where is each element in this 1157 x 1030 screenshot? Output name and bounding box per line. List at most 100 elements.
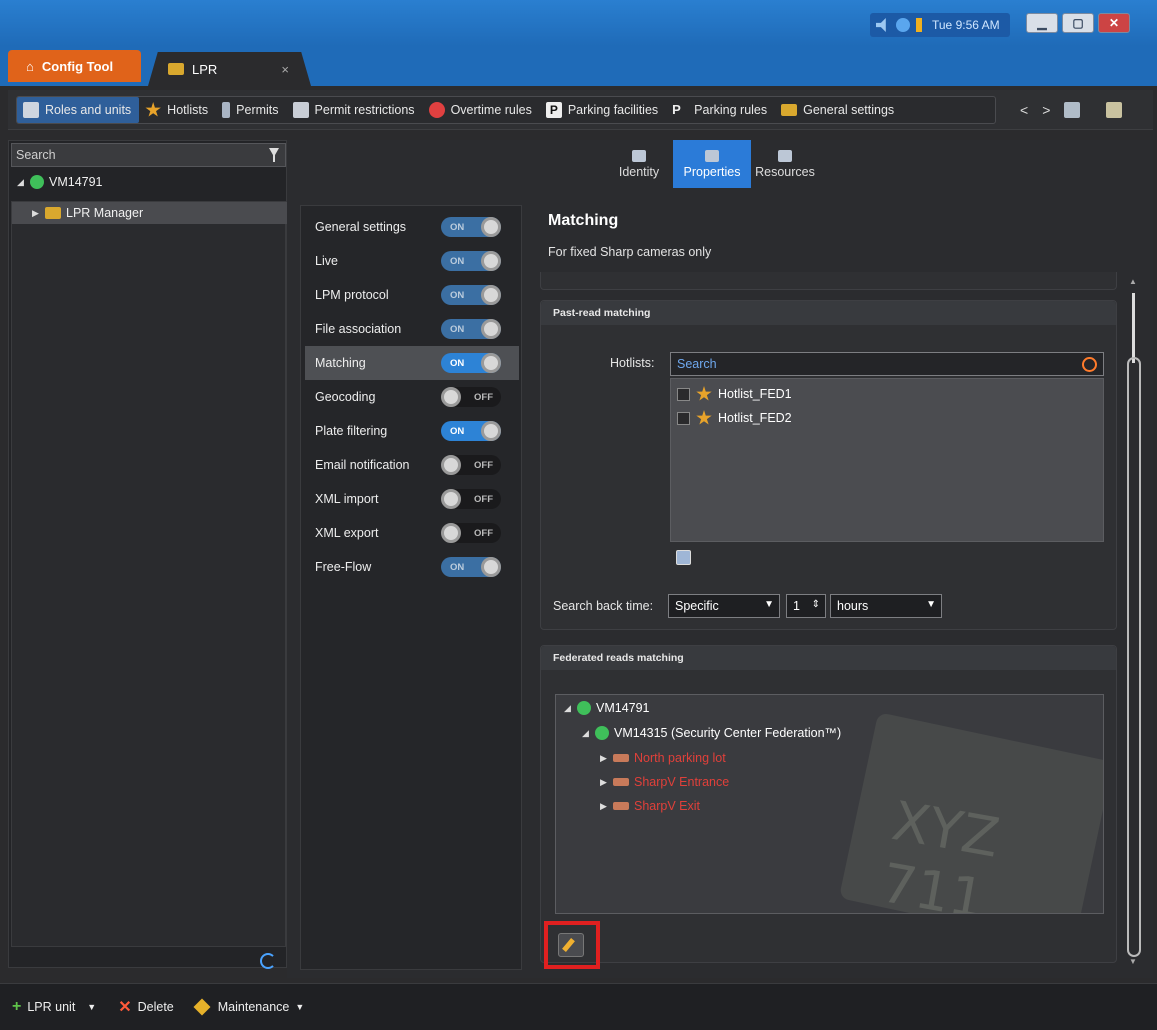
toggle-switch[interactable]: ON: [441, 557, 501, 577]
lpr-camera-icon: [613, 778, 629, 786]
lpr-camera-icon: [613, 754, 629, 762]
vertical-scrollbar[interactable]: ▲ ▼: [1127, 277, 1141, 966]
toggle-switch[interactable]: ON: [441, 251, 501, 271]
federated-tree: XYZ 711 ◢ VM14791 ◢ VM14315 (Security Ce…: [555, 694, 1104, 914]
toggle-row-xml-export[interactable]: XML export OFF: [305, 516, 519, 550]
hotlist-search-input[interactable]: Search: [670, 352, 1104, 376]
fed-tree-root[interactable]: ◢ VM14791: [564, 697, 650, 719]
toolbar-roles-and-units[interactable]: Roles and units: [17, 97, 140, 123]
toggle-switch[interactable]: OFF: [441, 489, 501, 509]
tab-identity[interactable]: Identity: [605, 140, 673, 188]
select-all-icon[interactable]: [676, 550, 691, 565]
past-read-header: Past-read matching: [541, 301, 1116, 325]
tab-lpr[interactable]: LPR ×: [148, 52, 311, 86]
delete-button[interactable]: ✕ Delete: [118, 997, 174, 1017]
toolbar-hotlists[interactable]: Hotlists: [139, 97, 216, 123]
tree-list: ▶ LPR Manager: [11, 201, 287, 947]
plus-icon: +: [12, 998, 22, 1015]
tab-resources[interactable]: Resources: [751, 140, 819, 188]
dropdown-arrow-icon[interactable]: ▼: [87, 1002, 96, 1012]
section-subtitle: For fixed Sharp cameras only: [548, 245, 712, 259]
expand-arrow-icon[interactable]: ▶: [600, 801, 608, 812]
toggle-switch[interactable]: ON: [441, 421, 501, 441]
toolbar-general-settings[interactable]: General settings: [775, 97, 902, 123]
scroll-down-icon[interactable]: ▼: [1129, 957, 1137, 966]
maximize-button[interactable]: ▢: [1062, 13, 1094, 33]
nav-next-button[interactable]: >: [1042, 102, 1050, 118]
search-back-mode-select[interactable]: Specific ▼: [668, 594, 780, 618]
close-tab-icon[interactable]: ×: [281, 62, 289, 77]
nav-prev-button[interactable]: <: [1020, 102, 1028, 118]
toolbar-permit-restrictions[interactable]: Permit restrictions: [287, 97, 423, 123]
toggle-switch[interactable]: ON: [441, 319, 501, 339]
collapse-arrow-icon[interactable]: ◢: [17, 177, 25, 188]
fed-tree-unit[interactable]: ▶ SharpV Exit: [600, 795, 700, 817]
collapse-arrow-icon[interactable]: ◢: [582, 728, 590, 739]
tree-item-lpr-manager[interactable]: ▶ LPR Manager: [12, 202, 287, 224]
add-lpr-unit-button[interactable]: + LPR unit ▼: [12, 998, 96, 1016]
toolbar-parking-rules[interactable]: P Parking rules: [666, 97, 775, 123]
battery-icon[interactable]: [916, 18, 922, 32]
server-globe-icon: [577, 701, 591, 715]
toggle-switch[interactable]: OFF: [441, 387, 501, 407]
toolbar-overtime-rules[interactable]: Overtime rules: [423, 97, 540, 123]
collapse-arrow-icon[interactable]: ◢: [564, 703, 572, 714]
pencil-icon: [562, 938, 575, 952]
maintenance-button[interactable]: Maintenance ▼: [193, 998, 304, 1016]
hotlist-icon: [696, 386, 712, 401]
hotlist-item[interactable]: Hotlist_FED2: [677, 407, 792, 429]
toggle-row-live[interactable]: Live ON: [305, 244, 519, 278]
toggle-row-lpm-protocol[interactable]: LPM protocol ON: [305, 278, 519, 312]
scroll-thumb[interactable]: [1132, 293, 1135, 363]
parking-icon: P: [545, 102, 562, 118]
search-back-unit-select[interactable]: hours ▼: [830, 594, 942, 618]
toggle-switch[interactable]: ON: [441, 217, 501, 237]
expand-arrow-icon[interactable]: ▶: [32, 208, 40, 219]
spinner-icon[interactable]: ⇕: [812, 599, 820, 610]
toggle-row-file-association[interactable]: File association ON: [305, 312, 519, 346]
toggle-row-geocoding[interactable]: Geocoding OFF: [305, 380, 519, 414]
toggle-row-xml-import[interactable]: XML import OFF: [305, 482, 519, 516]
edit-button[interactable]: [558, 933, 584, 957]
volume-icon[interactable]: [876, 18, 886, 32]
toggle-switch[interactable]: ON: [441, 353, 501, 373]
lpr-toolbar: Roles and units Hotlists Permits Permit …: [8, 90, 1153, 130]
minimize-button[interactable]: ▁: [1026, 13, 1058, 33]
tab-properties[interactable]: Properties: [673, 140, 751, 188]
fed-tree-federation[interactable]: ◢ VM14315 (Security Center Federation™): [582, 722, 841, 744]
maintenance-icon: [193, 998, 211, 1016]
map-icon[interactable]: [1064, 102, 1081, 118]
clear-filter-icon[interactable]: [1082, 357, 1097, 372]
toggle-row-free-flow[interactable]: Free-Flow ON: [305, 550, 519, 584]
expand-arrow-icon[interactable]: ▶: [600, 753, 608, 764]
checkbox[interactable]: [677, 387, 690, 401]
dropdown-arrow-icon[interactable]: ▼: [295, 1002, 304, 1012]
toolbar-permits[interactable]: Permits: [216, 97, 286, 123]
fed-tree-unit[interactable]: ▶ North parking lot: [600, 747, 726, 769]
checkbox[interactable]: [677, 411, 690, 425]
identity-icon: [632, 149, 646, 162]
toggle-row-matching[interactable]: Matching ON: [305, 346, 519, 380]
fed-tree-unit[interactable]: ▶ SharpV Entrance: [600, 771, 729, 793]
globe-icon[interactable]: [896, 18, 910, 32]
toolbar-parking-facilities[interactable]: P Parking facilities: [540, 97, 666, 123]
toggle-row-plate-filtering[interactable]: Plate filtering ON: [305, 414, 519, 448]
hotlist-list: Hotlist_FED1 Hotlist_FED2: [670, 378, 1104, 542]
toggle-switch[interactable]: OFF: [441, 523, 501, 543]
expand-arrow-icon[interactable]: ▶: [600, 777, 608, 788]
filter-icon[interactable]: [269, 148, 279, 162]
toggle-switch[interactable]: OFF: [441, 455, 501, 475]
home-icon: ⌂: [26, 58, 34, 74]
tree-item-vm14791[interactable]: ◢ VM14791: [11, 171, 286, 193]
toggle-switch[interactable]: ON: [441, 285, 501, 305]
search-back-amount-stepper[interactable]: 1 ⇕: [786, 594, 826, 618]
close-button[interactable]: ✕: [1098, 13, 1130, 33]
tree-search-input[interactable]: Search: [11, 143, 286, 167]
scroll-up-icon[interactable]: ▲: [1129, 277, 1137, 286]
toggle-row-email-notification[interactable]: Email notification OFF: [305, 448, 519, 482]
toggle-row-general-settings[interactable]: General settings ON: [305, 210, 519, 244]
tab-config-tool[interactable]: ⌂ Config Tool: [8, 50, 141, 82]
hotlist-item[interactable]: Hotlist_FED1: [677, 383, 792, 405]
calculator-icon[interactable]: [1106, 102, 1123, 118]
refresh-icon[interactable]: [260, 953, 276, 969]
